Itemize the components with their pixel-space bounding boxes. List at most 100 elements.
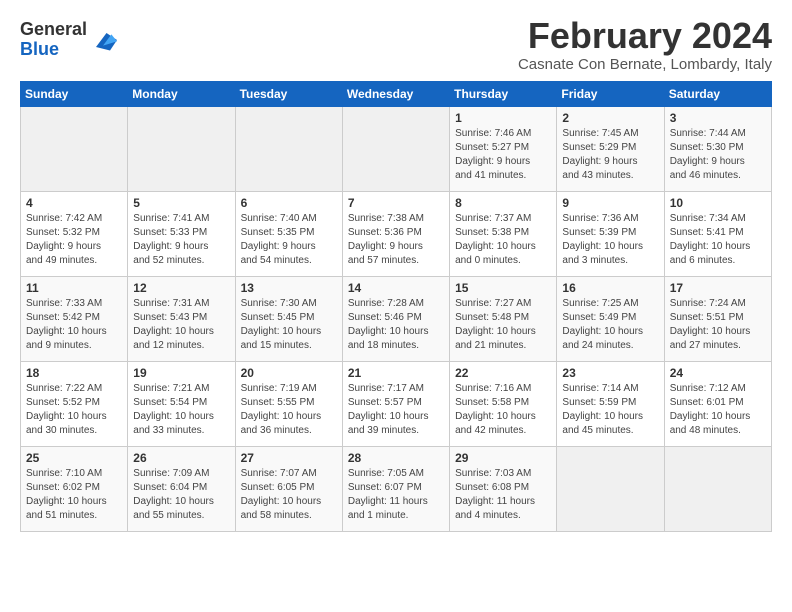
day-number: 27 xyxy=(241,451,337,465)
cell-info: Sunrise: 7:42 AM Sunset: 5:32 PM Dayligh… xyxy=(26,212,122,268)
logo-line1: General xyxy=(20,20,87,40)
day-number: 4 xyxy=(26,196,122,210)
weekday-header: Wednesday xyxy=(342,81,449,106)
cell-info: Sunrise: 7:41 AM Sunset: 5:33 PM Dayligh… xyxy=(133,212,229,268)
day-number: 14 xyxy=(348,281,444,295)
month-title: February 2024 xyxy=(518,16,772,56)
day-number: 21 xyxy=(348,366,444,380)
cell-info: Sunrise: 7:05 AM Sunset: 6:07 PM Dayligh… xyxy=(348,467,444,523)
calendar-cell xyxy=(235,106,342,191)
cell-info: Sunrise: 7:45 AM Sunset: 5:29 PM Dayligh… xyxy=(562,127,658,183)
cell-info: Sunrise: 7:10 AM Sunset: 6:02 PM Dayligh… xyxy=(26,467,122,523)
calendar-cell: 27 Sunrise: 7:07 AM Sunset: 6:05 PM Dayli… xyxy=(235,446,342,531)
weekday-header: Sunday xyxy=(21,81,128,106)
day-number: 28 xyxy=(348,451,444,465)
day-number: 3 xyxy=(670,111,766,125)
calendar-cell: 20Sunrise: 7:19 AM Sunset: 5:55 PM Dayli… xyxy=(235,361,342,446)
calendar-cell: 6Sunrise: 7:40 AM Sunset: 5:35 PM Daylig… xyxy=(235,191,342,276)
day-number: 10 xyxy=(670,196,766,210)
day-number: 26 xyxy=(133,451,229,465)
day-number: 8 xyxy=(455,196,551,210)
calendar-cell: 21 Sunrise: 7:17 AM Sunset: 5:57 PM Dayli… xyxy=(342,361,449,446)
calendar-cell xyxy=(128,106,235,191)
cell-info: Sunrise: 7:17 AM Sunset: 5:57 PM Dayligh… xyxy=(348,382,444,438)
weekday-header: Thursday xyxy=(450,81,557,106)
day-number: 19 xyxy=(133,366,229,380)
calendar-cell: 12 Sunrise: 7:31 AM Sunset: 5:43 PM Dayli… xyxy=(128,276,235,361)
cell-info: Sunrise: 7:27 AM Sunset: 5:48 PM Dayligh… xyxy=(455,297,551,353)
day-number: 15 xyxy=(455,281,551,295)
cell-info: Sunrise: 7:14 AM Sunset: 5:59 PM Dayligh… xyxy=(562,382,658,438)
title-block: February 2024 Casnate Con Bernate, Lomba… xyxy=(518,16,772,73)
day-number: 17 xyxy=(670,281,766,295)
cell-info: Sunrise: 7:37 AM Sunset: 5:38 PM Dayligh… xyxy=(455,212,551,268)
logo-icon xyxy=(89,26,117,54)
calendar-cell: 15 Sunrise: 7:27 AM Sunset: 5:48 PM Dayli… xyxy=(450,276,557,361)
weekday-header: Tuesday xyxy=(235,81,342,106)
cell-info: Sunrise: 7:24 AM Sunset: 5:51 PM Dayligh… xyxy=(670,297,766,353)
weekday-header: Monday xyxy=(128,81,235,106)
cell-info: Sunrise: 7:30 AM Sunset: 5:45 PM Dayligh… xyxy=(241,297,337,353)
calendar-table: SundayMondayTuesdayWednesdayThursdayFrid… xyxy=(20,81,772,532)
cell-info: Sunrise: 7:38 AM Sunset: 5:36 PM Dayligh… xyxy=(348,212,444,268)
day-number: 7 xyxy=(348,196,444,210)
calendar-week-row: 1 Sunrise: 7:46 AM Sunset: 5:27 PM Daylig… xyxy=(21,106,772,191)
logo-text: General Blue xyxy=(20,20,87,60)
calendar-cell: 22Sunrise: 7:16 AM Sunset: 5:58 PM Dayli… xyxy=(450,361,557,446)
calendar-cell: 11Sunrise: 7:33 AM Sunset: 5:42 PM Dayli… xyxy=(21,276,128,361)
calendar-cell: 26 Sunrise: 7:09 AM Sunset: 6:04 PM Dayli… xyxy=(128,446,235,531)
calendar-cell: 19Sunrise: 7:21 AM Sunset: 5:54 PM Dayli… xyxy=(128,361,235,446)
day-number: 22 xyxy=(455,366,551,380)
calendar-cell: 28 Sunrise: 7:05 AM Sunset: 6:07 PM Dayli… xyxy=(342,446,449,531)
calendar-cell: 1 Sunrise: 7:46 AM Sunset: 5:27 PM Daylig… xyxy=(450,106,557,191)
calendar-week-row: 25 Sunrise: 7:10 AM Sunset: 6:02 PM Dayli… xyxy=(21,446,772,531)
calendar-cell: 16 Sunrise: 7:25 AM Sunset: 5:49 PM Dayli… xyxy=(557,276,664,361)
cell-info: Sunrise: 7:28 AM Sunset: 5:46 PM Dayligh… xyxy=(348,297,444,353)
calendar-cell: 9Sunrise: 7:36 AM Sunset: 5:39 PM Daylig… xyxy=(557,191,664,276)
cell-info: Sunrise: 7:07 AM Sunset: 6:05 PM Dayligh… xyxy=(241,467,337,523)
calendar-cell: 10 Sunrise: 7:34 AM Sunset: 5:41 PM Dayli… xyxy=(664,191,771,276)
day-number: 25 xyxy=(26,451,122,465)
day-number: 12 xyxy=(133,281,229,295)
day-number: 6 xyxy=(241,196,337,210)
calendar-week-row: 4 Sunrise: 7:42 AM Sunset: 5:32 PM Daylig… xyxy=(21,191,772,276)
calendar-cell: 24 Sunrise: 7:12 AM Sunset: 6:01 PM Dayli… xyxy=(664,361,771,446)
day-number: 18 xyxy=(26,366,122,380)
day-number: 2 xyxy=(562,111,658,125)
day-number: 16 xyxy=(562,281,658,295)
calendar-cell: 14 Sunrise: 7:28 AM Sunset: 5:46 PM Dayli… xyxy=(342,276,449,361)
calendar-cell: 29 Sunrise: 7:03 AM Sunset: 6:08 PM Dayli… xyxy=(450,446,557,531)
calendar-cell: 18 Sunrise: 7:22 AM Sunset: 5:52 PM Dayli… xyxy=(21,361,128,446)
calendar-cell: 23 Sunrise: 7:14 AM Sunset: 5:59 PM Dayli… xyxy=(557,361,664,446)
cell-info: Sunrise: 7:33 AM Sunset: 5:42 PM Dayligh… xyxy=(26,297,122,353)
calendar-cell xyxy=(342,106,449,191)
logo: General Blue xyxy=(20,20,117,60)
cell-info: Sunrise: 7:44 AM Sunset: 5:30 PM Dayligh… xyxy=(670,127,766,183)
calendar-week-row: 18 Sunrise: 7:22 AM Sunset: 5:52 PM Dayli… xyxy=(21,361,772,446)
calendar-week-row: 11Sunrise: 7:33 AM Sunset: 5:42 PM Dayli… xyxy=(21,276,772,361)
calendar-cell: 7 Sunrise: 7:38 AM Sunset: 5:36 PM Daylig… xyxy=(342,191,449,276)
day-number: 1 xyxy=(455,111,551,125)
day-number: 29 xyxy=(455,451,551,465)
cell-info: Sunrise: 7:03 AM Sunset: 6:08 PM Dayligh… xyxy=(455,467,551,523)
cell-info: Sunrise: 7:34 AM Sunset: 5:41 PM Dayligh… xyxy=(670,212,766,268)
day-number: 13 xyxy=(241,281,337,295)
cell-info: Sunrise: 7:09 AM Sunset: 6:04 PM Dayligh… xyxy=(133,467,229,523)
logo-line2: Blue xyxy=(20,40,87,60)
cell-info: Sunrise: 7:31 AM Sunset: 5:43 PM Dayligh… xyxy=(133,297,229,353)
calendar-cell: 3 Sunrise: 7:44 AM Sunset: 5:30 PM Daylig… xyxy=(664,106,771,191)
location: Casnate Con Bernate, Lombardy, Italy xyxy=(518,56,772,73)
calendar-cell xyxy=(557,446,664,531)
day-number: 24 xyxy=(670,366,766,380)
calendar-cell: 25 Sunrise: 7:10 AM Sunset: 6:02 PM Dayli… xyxy=(21,446,128,531)
weekday-header: Saturday xyxy=(664,81,771,106)
day-number: 23 xyxy=(562,366,658,380)
cell-info: Sunrise: 7:12 AM Sunset: 6:01 PM Dayligh… xyxy=(670,382,766,438)
weekday-header-row: SundayMondayTuesdayWednesdayThursdayFrid… xyxy=(21,81,772,106)
calendar-cell xyxy=(21,106,128,191)
cell-info: Sunrise: 7:25 AM Sunset: 5:49 PM Dayligh… xyxy=(562,297,658,353)
cell-info: Sunrise: 7:46 AM Sunset: 5:27 PM Dayligh… xyxy=(455,127,551,183)
page-header: General Blue February 2024 Casnate Con B… xyxy=(20,16,772,73)
day-number: 9 xyxy=(562,196,658,210)
cell-info: Sunrise: 7:22 AM Sunset: 5:52 PM Dayligh… xyxy=(26,382,122,438)
